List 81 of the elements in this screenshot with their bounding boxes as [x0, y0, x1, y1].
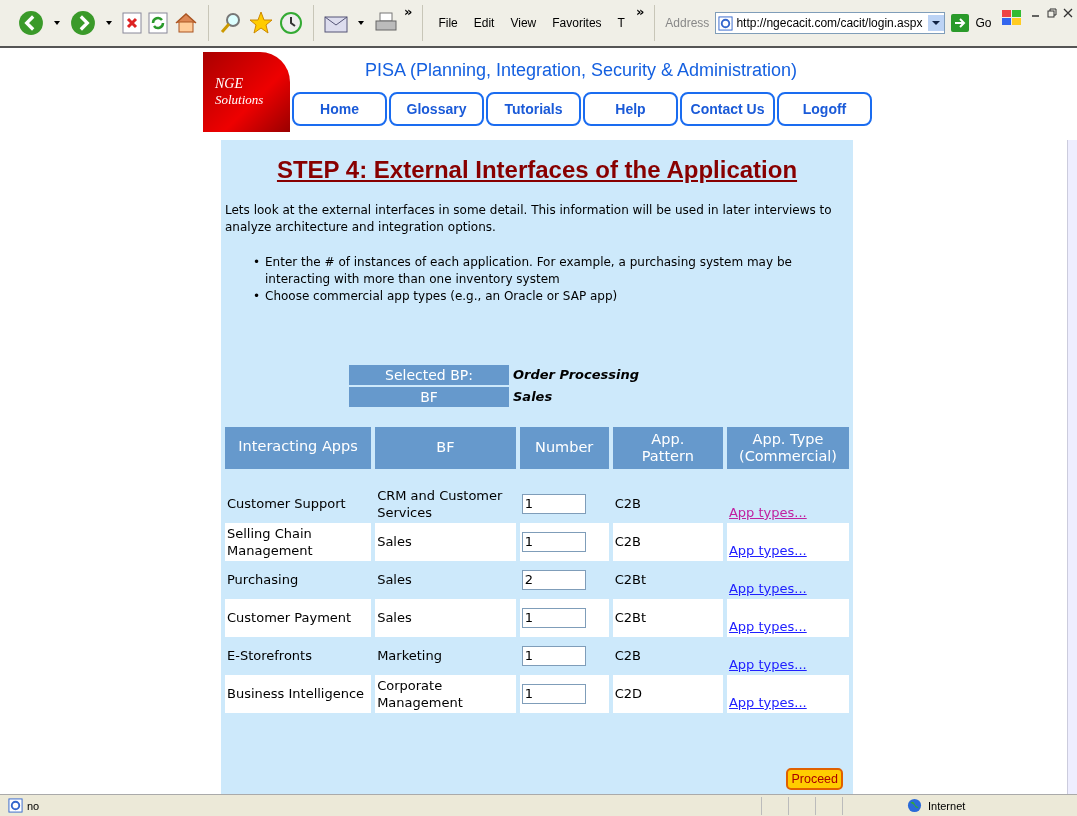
table-cell-text: C2B [613, 495, 642, 514]
refresh-icon[interactable] [148, 12, 168, 34]
security-zone: Internet [927, 799, 966, 812]
app-types-link[interactable]: App types... [728, 656, 807, 672]
nav-button[interactable]: Contact Us [680, 92, 775, 126]
page-heading: STEP 4: External Interfaces of the Application [275, 155, 799, 184]
logo: NGE Solutions [203, 52, 290, 132]
globe-icon [907, 798, 922, 813]
nav-button[interactable]: Glossary [389, 92, 484, 126]
table-cell: Sales [375, 522, 516, 561]
menu-item[interactable]: File [433, 16, 463, 30]
selection-label: BF [349, 386, 509, 407]
proceed-button[interactable]: Proceed [786, 768, 843, 790]
address-field[interactable]: http://ngecacit.com/cacit/login.aspx [715, 12, 946, 34]
dropdown-arrow-icon[interactable] [106, 21, 112, 25]
star-icon[interactable] [249, 11, 273, 35]
printer-icon[interactable] [374, 12, 398, 34]
table-cell-text: C2B [613, 647, 642, 666]
history-icon[interactable] [279, 11, 303, 35]
number-input[interactable]: 1 [521, 683, 586, 704]
table-cell: Customer Payment [225, 598, 372, 637]
column-header: Interacting Apps [225, 426, 372, 469]
table-cell: C2D [612, 674, 723, 713]
column-header: App. Pattern [612, 426, 723, 469]
number-input[interactable]: 1 [521, 607, 586, 628]
table-cell-text: Marketing [376, 647, 443, 666]
go-button[interactable]: Go [975, 16, 992, 30]
selection-label: Selected BP: [349, 364, 509, 385]
table-cell: C2B [612, 522, 723, 561]
table-cell: Sales [375, 598, 516, 637]
menu-overflow[interactable]: » [635, 4, 645, 19]
menu-item[interactable]: Edit [468, 16, 500, 30]
table-cell: C2Bt [612, 598, 723, 637]
table-cell-text: Customer Support [226, 495, 347, 514]
menu-item[interactable]: Favorites [547, 16, 607, 30]
number-input[interactable]: 2 [521, 569, 586, 590]
bullet-text: Enter the # of instances of each application. For example, a purchasing system may be interacting with more than one inventory system [265, 253, 793, 288]
number-input[interactable]: 1 [521, 645, 586, 666]
dropdown-arrow-icon[interactable] [358, 21, 364, 25]
menu-item[interactable]: View [505, 16, 542, 30]
mail-icon[interactable] [324, 13, 348, 33]
bullet-marker: • [253, 287, 262, 305]
column-header: Number [519, 426, 609, 469]
number-input[interactable]: 1 [521, 493, 586, 514]
table-cell: Corporate Management [375, 674, 516, 713]
table-cell: Selling Chain Management [225, 522, 372, 561]
app-types-link[interactable]: App types... [728, 504, 807, 520]
stop-icon[interactable] [122, 12, 142, 34]
table-cell-text: Sales [376, 571, 413, 590]
table-cell-text: CRM and Customer Services [376, 486, 504, 522]
forward-icon[interactable] [70, 10, 96, 36]
toolbar-overflow[interactable]: » [404, 4, 413, 19]
home-icon[interactable] [174, 11, 198, 35]
nav-button[interactable]: Help [583, 92, 678, 126]
bullet-marker: • [253, 253, 262, 271]
restore-icon[interactable] [1047, 8, 1057, 18]
search-icon[interactable] [219, 11, 243, 35]
column-header: App. Type (Commercial) [726, 426, 849, 469]
intro-text: Lets look at the external interfaces in some detail. This information will be used in later interviews to analyze architecture and integration options. [225, 201, 833, 236]
site-title: PISA (Planning, Integration, Security & Administration) [364, 59, 798, 82]
nav-button[interactable]: Tutorials [486, 92, 581, 126]
menu-item[interactable]: T [612, 16, 630, 30]
column-header: BF [375, 426, 516, 469]
back-icon[interactable] [18, 10, 44, 36]
dropdown-arrow-icon[interactable] [54, 21, 60, 25]
bullet-text: Choose commercial app types (e.g., an Oracle or SAP app) [265, 287, 619, 305]
table-cell-text: Purchasing [226, 571, 300, 590]
page-icon [718, 15, 734, 31]
selection-value: Sales [512, 389, 553, 405]
table-cell-text: C2Bt [613, 571, 648, 590]
table-cell-text: E-Storefronts [226, 647, 313, 666]
address-label: Address [665, 16, 710, 30]
number-input[interactable]: 1 [521, 531, 586, 552]
close-icon[interactable] [1063, 8, 1073, 18]
app-types-link[interactable]: App types... [728, 580, 807, 596]
nav-button[interactable]: Logoff [777, 92, 872, 126]
table-cell: Business Intelligence [225, 674, 372, 713]
nav-button[interactable]: Home [292, 92, 387, 126]
page-icon [8, 798, 23, 813]
status-text: no [27, 799, 41, 812]
selection-value: Order Processing [512, 367, 639, 383]
